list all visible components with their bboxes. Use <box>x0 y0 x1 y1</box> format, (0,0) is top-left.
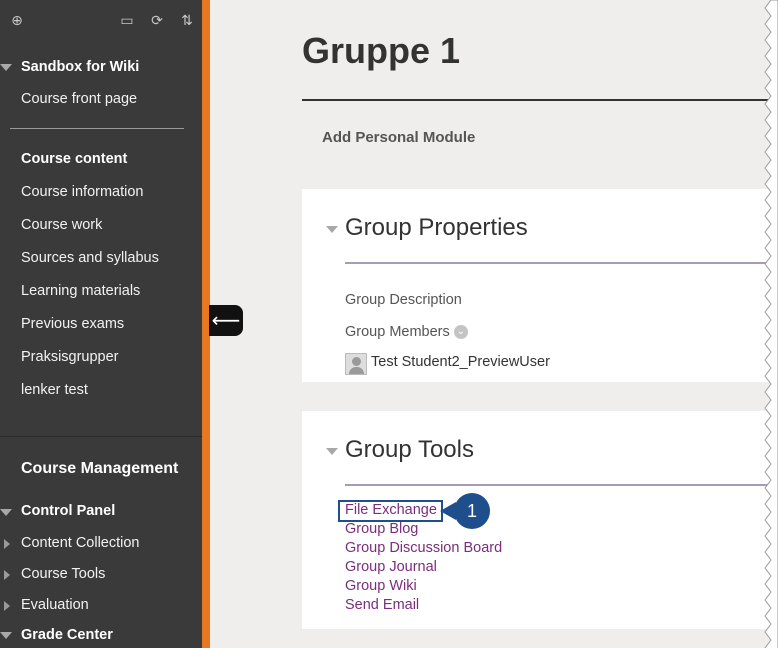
link-group-journal[interactable]: Group Journal <box>345 559 437 575</box>
link-group-blog[interactable]: Group Blog <box>345 521 418 537</box>
link-group-wiki[interactable]: Group Wiki <box>345 578 417 594</box>
step-callout: 1 <box>440 493 498 529</box>
group-properties-heading[interactable]: Group Properties <box>345 214 528 242</box>
expand-triangle-icon[interactable] <box>0 632 12 639</box>
sort-icon[interactable]: ⇅ <box>178 12 196 30</box>
sidebar-item-course-work[interactable]: Course work <box>21 217 102 233</box>
collapsed-triangle-icon[interactable] <box>4 601 10 611</box>
course-management-heading: Course Management <box>21 460 179 477</box>
step-number: 1 <box>454 493 490 529</box>
collapsed-triangle-icon[interactable] <box>4 570 10 580</box>
cp-item-content-collection[interactable]: Content Collection <box>21 535 140 551</box>
panel-divider <box>345 484 778 486</box>
cp-item-course-tools[interactable]: Course Tools <box>21 566 105 582</box>
sidebar-item-course-content[interactable]: Course content <box>21 151 127 167</box>
cp-item-evaluation[interactable]: Evaluation <box>21 597 89 613</box>
collapsed-triangle-icon[interactable] <box>4 539 10 549</box>
sidebar-item-sources-syllabus[interactable]: Sources and syllabus <box>21 250 159 266</box>
panel-divider <box>345 262 778 264</box>
torn-edge-decoration <box>764 0 778 648</box>
sidebar-separator <box>0 436 202 437</box>
group-members-label: Group Members ⌄ <box>345 324 468 340</box>
add-personal-module-button[interactable]: Add Personal Module <box>322 129 475 146</box>
arrow-left-icon: ⟵ <box>211 308 241 332</box>
collapse-triangle-icon[interactable] <box>326 448 338 455</box>
refresh-icon[interactable]: ⟳ <box>148 12 166 30</box>
sidebar-item-lenker-test[interactable]: lenker test <box>21 382 88 398</box>
sidebar-item-previous-exams[interactable]: Previous exams <box>21 316 124 332</box>
menu-toolbar: ⊕ ▭ ⟳ ⇅ <box>0 12 202 32</box>
folder-icon[interactable]: ▭ <box>118 12 136 30</box>
group-properties-panel: Group Properties Group Description Group… <box>302 189 778 382</box>
control-panel-heading[interactable]: Control Panel <box>21 503 115 519</box>
sidebar-item-course-information[interactable]: Course information <box>21 184 144 200</box>
sidebar-item-praksisgrupper[interactable]: Praksisgrupper <box>21 349 119 365</box>
title-divider <box>302 99 772 101</box>
expand-triangle-icon[interactable] <box>0 509 12 516</box>
add-icon[interactable]: ⊕ <box>8 12 26 30</box>
sidebar-item-learning-materials[interactable]: Learning materials <box>21 283 140 299</box>
group-tools-heading[interactable]: Group Tools <box>345 436 474 464</box>
expand-triangle-icon[interactable] <box>0 64 12 71</box>
collapse-triangle-icon[interactable] <box>326 226 338 233</box>
collapse-menu-button[interactable]: ⟵ <box>209 305 243 336</box>
grade-center-heading[interactable]: Grade Center <box>21 627 113 643</box>
avatar <box>345 353 367 375</box>
member-name[interactable]: Test Student2_PreviewUser <box>371 354 550 370</box>
group-members-text: Group Members <box>345 324 450 340</box>
group-description-label: Group Description <box>345 292 462 308</box>
course-menu: ⊕ ▭ ⟳ ⇅ Sandbox for Wiki Course front pa… <box>0 0 202 648</box>
page-title: Gruppe 1 <box>302 30 461 71</box>
sidebar-divider <box>10 128 184 129</box>
link-send-email[interactable]: Send Email <box>345 597 419 613</box>
link-group-discussion-board[interactable]: Group Discussion Board <box>345 540 502 556</box>
file-exchange-highlight <box>338 500 443 522</box>
sidebar-item-front-page[interactable]: Course front page <box>21 91 137 107</box>
course-title[interactable]: Sandbox for Wiki <box>21 59 139 75</box>
chevron-down-icon[interactable]: ⌄ <box>453 325 468 340</box>
